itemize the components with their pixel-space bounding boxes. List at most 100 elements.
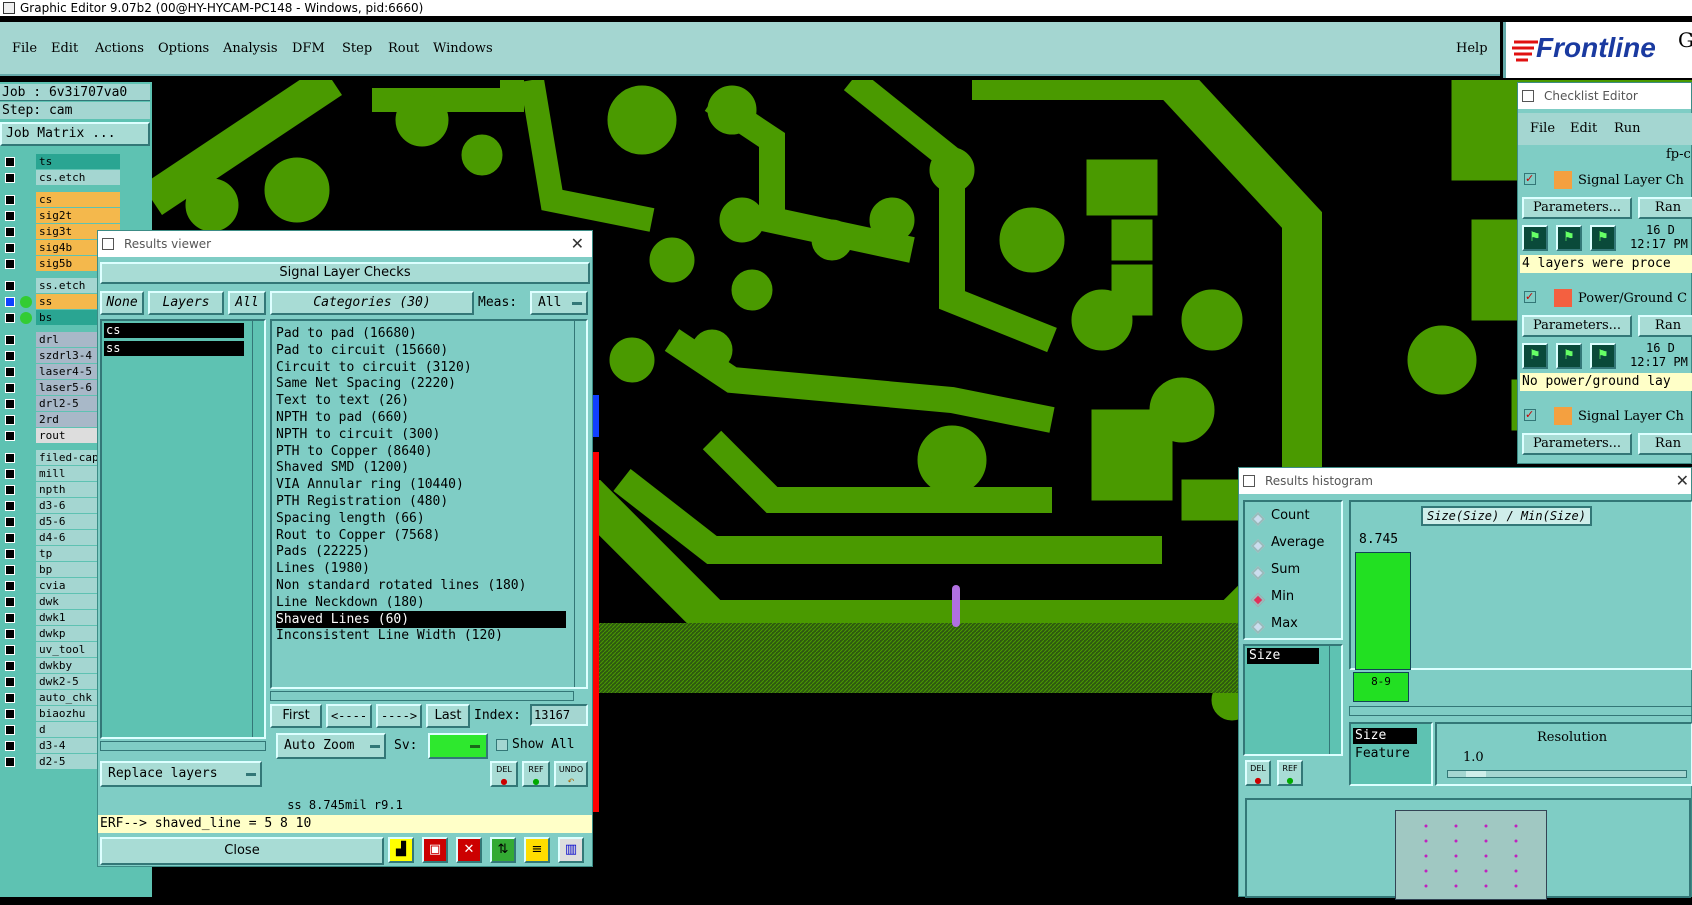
- categories-scrollbar[interactable]: [574, 321, 586, 687]
- menu-actions[interactable]: Actions: [95, 22, 144, 76]
- mode-min-label[interactable]: Min: [1271, 589, 1294, 604]
- menu-analysis[interactable]: Analysis: [223, 22, 278, 76]
- layer-checkbox[interactable]: [5, 259, 15, 269]
- checklist-item-label[interactable]: Signal Layer Ch: [1578, 173, 1684, 188]
- histogram-hscrollbar[interactable]: [1349, 706, 1692, 716]
- layer-row[interactable]: sig2t: [2, 208, 150, 224]
- close-icon[interactable]: ✕: [571, 231, 584, 257]
- checkmark-icon[interactable]: ✓: [1524, 409, 1536, 421]
- menu-dfm[interactable]: DFM: [292, 22, 325, 76]
- category-item[interactable]: Lines (1980): [276, 560, 566, 577]
- refresh-button[interactable]: REF ●: [522, 761, 550, 787]
- mode-sum-radio[interactable]: [1250, 565, 1266, 581]
- layer-checkbox[interactable]: [5, 741, 15, 751]
- layer-checkbox[interactable]: [5, 581, 15, 591]
- layer-checkbox[interactable]: [5, 195, 15, 205]
- mode-min-radio[interactable]: [1250, 592, 1266, 608]
- sort-tool-icon[interactable]: ⇅: [490, 837, 516, 863]
- histogram-fields-list[interactable]: Size: [1243, 644, 1343, 756]
- layer-checkbox[interactable]: [5, 501, 15, 511]
- layer-checkbox[interactable]: [5, 645, 15, 655]
- checkmark-icon[interactable]: ✓: [1524, 291, 1536, 303]
- layer-checkbox[interactable]: [5, 533, 15, 543]
- category-item[interactable]: Pad to circuit (15660): [276, 342, 566, 359]
- layer-checkbox[interactable]: [5, 629, 15, 639]
- parameters-button[interactable]: Parameters...: [1522, 315, 1632, 337]
- run-all-icon[interactable]: ⚑: [1590, 343, 1616, 369]
- category-item[interactable]: NPTH to pad (660): [276, 409, 566, 426]
- show-all-checkbox[interactable]: [496, 739, 508, 751]
- categories-button[interactable]: Categories (30): [270, 291, 474, 315]
- checklist-menu-file[interactable]: File: [1530, 121, 1555, 136]
- replace-layers-dropdown[interactable]: Replace layers: [100, 761, 262, 787]
- field-size[interactable]: Size: [1353, 728, 1417, 744]
- category-item[interactable]: Spacing length (66): [276, 510, 566, 527]
- layer-checkbox[interactable]: [5, 281, 15, 291]
- layer-checkbox[interactable]: [5, 725, 15, 735]
- record-tool-icon[interactable]: ▣: [422, 837, 448, 863]
- category-item[interactable]: PTH Registration (480): [276, 493, 566, 510]
- layer-checkbox[interactable]: [5, 613, 15, 623]
- layer-row[interactable]: ts: [2, 154, 150, 170]
- layer-checkbox[interactable]: [5, 351, 15, 361]
- ran-button[interactable]: Ran: [1638, 197, 1692, 219]
- ran-button[interactable]: Ran: [1638, 315, 1692, 337]
- ran-button[interactable]: Ran: [1638, 433, 1692, 455]
- result-layer-item[interactable]: cs: [104, 323, 244, 338]
- measure-tool-icon[interactable]: ▟: [388, 837, 414, 863]
- menu-help[interactable]: Help: [1456, 22, 1488, 76]
- layer-checkbox[interactable]: [5, 709, 15, 719]
- layer-checkbox[interactable]: [5, 211, 15, 221]
- layer-checkbox[interactable]: [5, 415, 15, 425]
- histogram-tool-icon[interactable]: ▥: [558, 837, 584, 863]
- layer-checkbox[interactable]: [5, 399, 15, 409]
- checklist-menu-run[interactable]: Run: [1614, 121, 1641, 136]
- close-icon[interactable]: ✕: [1676, 468, 1689, 494]
- mode-count-label[interactable]: Count: [1271, 508, 1310, 523]
- sv-color-dropdown[interactable]: [428, 733, 488, 759]
- undo-button[interactable]: UNDO ↶: [554, 761, 588, 787]
- histogram-refresh-button[interactable]: REF ●: [1277, 760, 1303, 786]
- layer-checkbox[interactable]: [5, 157, 15, 167]
- menu-windows[interactable]: Windows: [433, 22, 493, 76]
- categories-list[interactable]: Pad to pad (16680) Pad to circuit (15660)…: [270, 319, 588, 689]
- index-input[interactable]: 13167: [530, 704, 588, 726]
- job-matrix-button[interactable]: Job Matrix ...: [0, 122, 150, 146]
- report-tool-icon[interactable]: ≡: [524, 837, 550, 863]
- cancel-tool-icon[interactable]: ✕: [456, 837, 482, 863]
- resolution-slider-handle[interactable]: [1466, 771, 1486, 777]
- layer-checkbox[interactable]: [5, 431, 15, 441]
- category-item[interactable]: PTH to Copper (8640): [276, 443, 566, 460]
- layer-checkbox[interactable]: [5, 383, 15, 393]
- layer-name[interactable]: cs.etch: [36, 170, 120, 185]
- run-selected-icon[interactable]: ⚑: [1556, 343, 1582, 369]
- result-layer-item[interactable]: ss: [104, 341, 244, 356]
- resolution-slider[interactable]: [1447, 770, 1687, 778]
- category-item[interactable]: Shaved Lines (60): [276, 610, 566, 628]
- all-layers-button[interactable]: All: [228, 291, 266, 315]
- checkmark-icon[interactable]: ✓: [1524, 173, 1536, 185]
- layer-checkbox[interactable]: [5, 517, 15, 527]
- meas-dropdown[interactable]: All: [530, 291, 588, 315]
- mode-max-label[interactable]: Max: [1271, 616, 1298, 631]
- category-item[interactable]: Inconsistent Line Width (120): [276, 627, 566, 644]
- histogram-bar[interactable]: [1355, 552, 1411, 670]
- categories-hscrollbar[interactable]: [270, 691, 574, 701]
- fields-scrollbar[interactable]: [1329, 646, 1341, 754]
- layer-row[interactable]: cs: [2, 192, 150, 208]
- layers-hscrollbar[interactable]: [100, 741, 266, 751]
- category-item[interactable]: Line Neckdown (180): [276, 594, 566, 611]
- category-item[interactable]: Pad to pad (16680): [276, 325, 566, 342]
- result-layers-list[interactable]: cs ss: [100, 319, 266, 739]
- delete-button[interactable]: DEL ●: [490, 761, 518, 787]
- category-item[interactable]: VIA Annular ring (10440): [276, 476, 566, 493]
- menu-step[interactable]: Step: [342, 22, 372, 76]
- run-icon[interactable]: ⚑: [1522, 225, 1548, 251]
- none-button[interactable]: None: [100, 291, 144, 315]
- layers-button[interactable]: Layers: [148, 291, 224, 315]
- first-button[interactable]: First: [270, 704, 322, 728]
- category-item[interactable]: Text to text (26): [276, 392, 566, 409]
- checklist-item-label[interactable]: Signal Layer Ch: [1578, 409, 1684, 424]
- run-all-icon[interactable]: ⚑: [1590, 225, 1616, 251]
- previous-button[interactable]: <----: [326, 704, 372, 728]
